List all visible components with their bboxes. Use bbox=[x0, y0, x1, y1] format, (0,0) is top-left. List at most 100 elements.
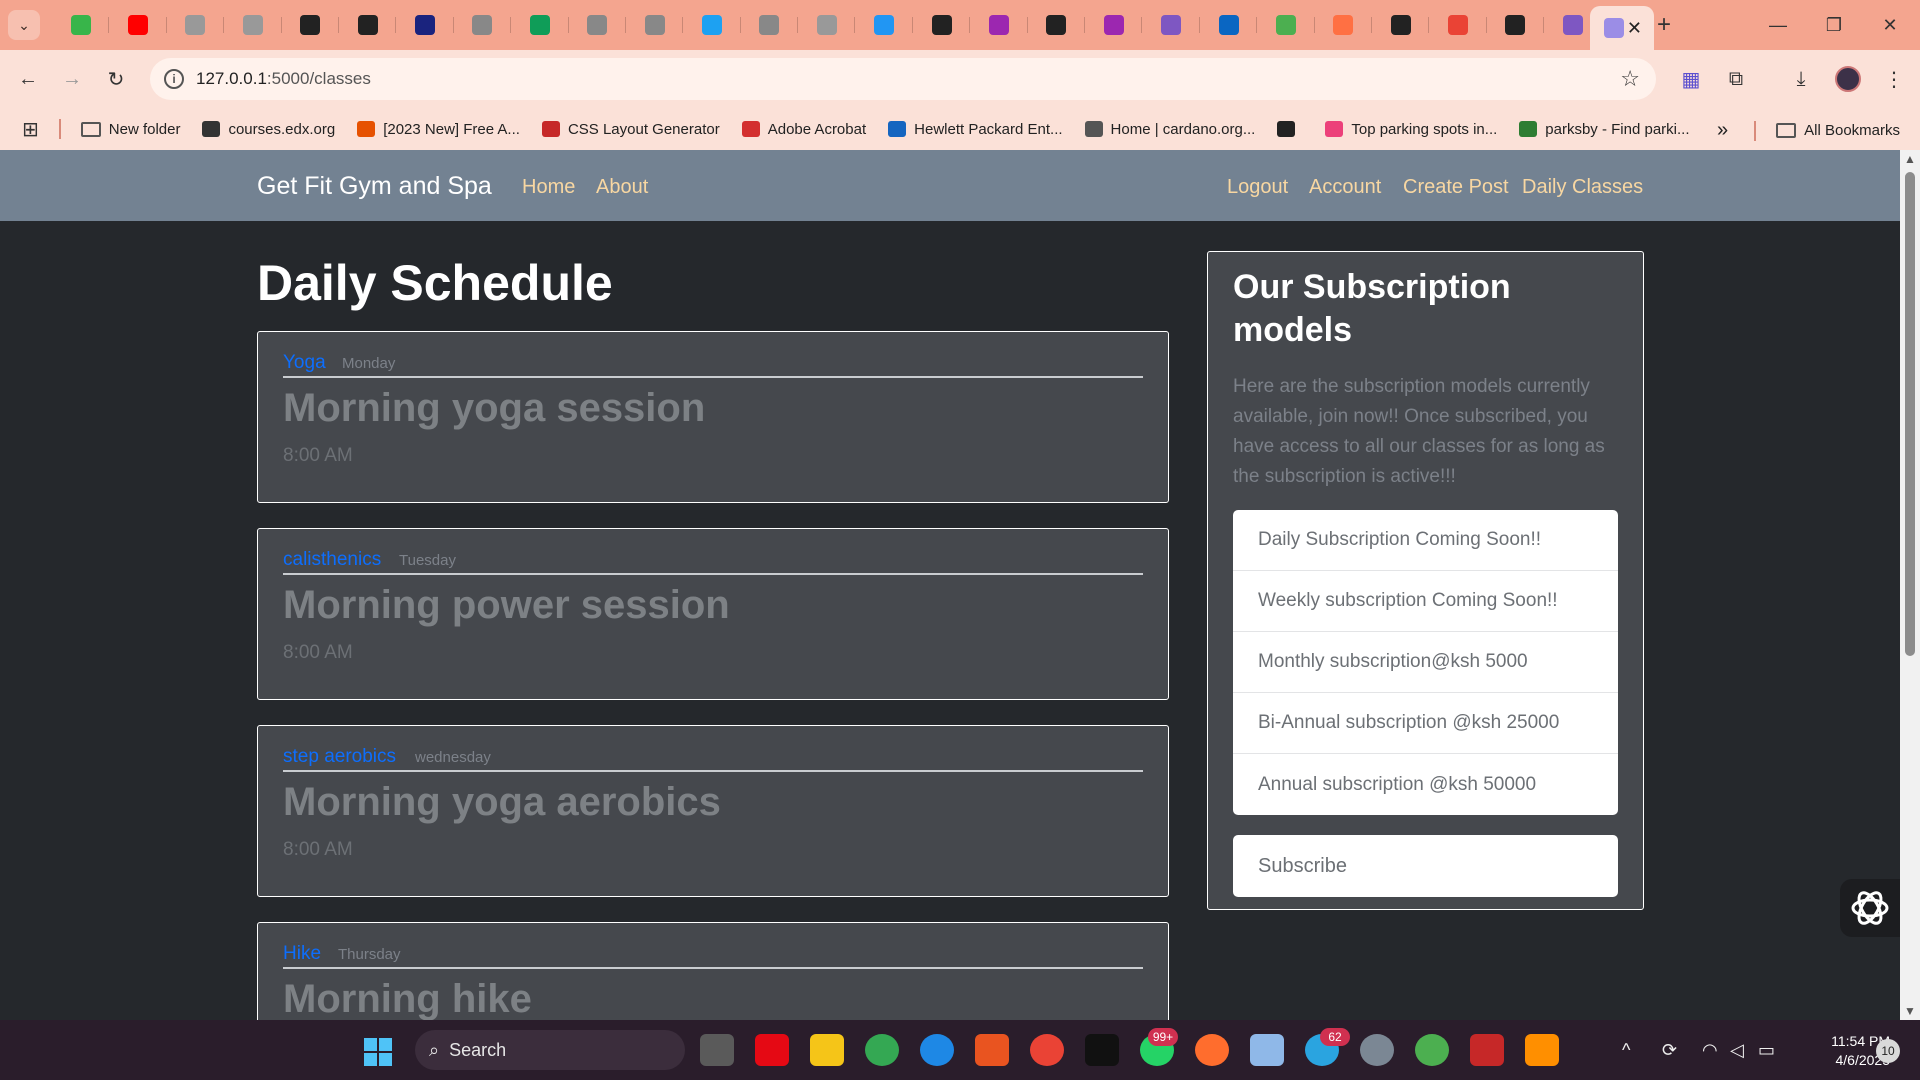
site-info-icon[interactable]: i bbox=[164, 69, 184, 89]
sync-icon[interactable]: ⟳ bbox=[1662, 1040, 1677, 1061]
reload-button[interactable]: ↻ bbox=[100, 63, 132, 95]
bookmark-item[interactable]: parksby - Find parki... bbox=[1519, 121, 1690, 138]
chrome-canary-icon[interactable] bbox=[1415, 1034, 1449, 1066]
nav-create-post[interactable]: Create Post bbox=[1403, 176, 1509, 199]
nav-logout[interactable]: Logout bbox=[1227, 176, 1288, 199]
browser-tab[interactable] bbox=[282, 10, 339, 40]
browser-tab[interactable] bbox=[109, 10, 167, 40]
assistant-float-button[interactable] bbox=[1840, 879, 1900, 937]
tray-chevron-icon[interactable]: ^ bbox=[1622, 1040, 1630, 1061]
url-text[interactable]: 127.0.0.1:5000/classes bbox=[196, 69, 371, 89]
subscription-item-annual[interactable]: Annual subscription @ksh 50000 bbox=[1233, 754, 1618, 815]
taskbar-search[interactable]: ⌕ Search bbox=[415, 1030, 685, 1070]
class-title-link[interactable]: Morning hike bbox=[283, 977, 532, 1020]
browser-tab[interactable] bbox=[339, 10, 397, 40]
photos-icon[interactable] bbox=[1250, 1034, 1284, 1066]
bookmark-item[interactable]: Top parking spots in... bbox=[1325, 121, 1497, 138]
chrome-icon[interactable] bbox=[865, 1034, 899, 1066]
browser-tab[interactable] bbox=[683, 10, 741, 40]
windows-start-icon[interactable] bbox=[364, 1038, 392, 1066]
taskbar-clock[interactable]: 11:54 PM 4/6/2025 bbox=[1790, 1032, 1890, 1070]
browser-tab[interactable] bbox=[511, 10, 569, 40]
browser-tab[interactable] bbox=[626, 10, 684, 40]
bookmark-item[interactable] bbox=[1277, 121, 1303, 137]
settings-icon[interactable] bbox=[1360, 1034, 1394, 1066]
class-title-link[interactable]: Morning yoga session bbox=[283, 386, 705, 431]
browser-tab[interactable] bbox=[855, 10, 913, 40]
class-title-link[interactable]: Morning yoga aerobics bbox=[283, 780, 721, 825]
apps-grid-icon[interactable]: ⊞ bbox=[22, 117, 39, 142]
browser-tab[interactable] bbox=[1257, 10, 1315, 40]
browser-tab[interactable] bbox=[1142, 10, 1200, 40]
scroll-up-arrow-icon[interactable]: ▲ bbox=[1904, 152, 1916, 166]
browser-tab[interactable] bbox=[970, 10, 1028, 40]
bookmark-star-icon[interactable]: ☆ bbox=[1620, 66, 1640, 92]
subscription-item-monthly[interactable]: Monthly subscription@ksh 5000 bbox=[1233, 632, 1618, 693]
nav-account[interactable]: Account bbox=[1309, 176, 1381, 199]
restore-button[interactable]: ❐ bbox=[1806, 0, 1862, 50]
all-bookmarks-link[interactable]: All Bookmarks bbox=[1804, 122, 1900, 139]
extensions-puzzle-icon[interactable]: ⧉ bbox=[1720, 63, 1752, 95]
nav-home[interactable]: Home bbox=[522, 176, 575, 199]
browser-tab[interactable] bbox=[396, 10, 454, 40]
minimize-button[interactable]: — bbox=[1750, 0, 1806, 50]
class-title-link[interactable]: Morning power session bbox=[283, 583, 730, 628]
nav-daily-classes[interactable]: Daily Classes bbox=[1522, 176, 1643, 199]
bookmark-item[interactable]: [2023 New] Free A... bbox=[357, 121, 520, 138]
scroll-down-arrow-icon[interactable]: ▼ bbox=[1904, 1004, 1916, 1018]
bookmark-item[interactable]: Adobe Acrobat bbox=[741, 121, 866, 138]
browser-tab[interactable] bbox=[224, 10, 282, 40]
browser-tab[interactable] bbox=[52, 10, 110, 40]
bookmarks-overflow-icon[interactable]: » bbox=[1717, 119, 1728, 142]
browser-tab[interactable] bbox=[454, 10, 512, 40]
bookmark-item[interactable]: courses.edx.org bbox=[202, 121, 335, 138]
bookmark-item[interactable]: Hewlett Packard Ent... bbox=[888, 121, 1063, 138]
class-category-link[interactable]: Yoga bbox=[283, 352, 326, 374]
terminal-icon[interactable] bbox=[1085, 1034, 1119, 1066]
wifi-icon[interactable]: ◠ bbox=[1702, 1040, 1718, 1061]
subscription-item-weekly[interactable]: Weekly subscription Coming Soon!! bbox=[1233, 571, 1618, 632]
active-tab[interactable]: ✕ bbox=[1590, 6, 1654, 50]
ubuntu-icon[interactable] bbox=[975, 1034, 1009, 1066]
address-bar[interactable]: i 127.0.0.1:5000/classes ☆ bbox=[150, 58, 1656, 100]
subscription-item-biannual[interactable]: Bi-Annual subscription @ksh 25000 bbox=[1233, 693, 1618, 754]
class-category-link[interactable]: step aerobics bbox=[283, 746, 396, 768]
class-category-link[interactable]: calisthenics bbox=[283, 549, 381, 571]
extension-icon[interactable]: ▦ bbox=[1675, 63, 1707, 95]
browser-tab[interactable] bbox=[741, 10, 799, 40]
chrome-active-icon[interactable] bbox=[1030, 1034, 1064, 1066]
forward-button[interactable]: → bbox=[56, 63, 88, 95]
volume-icon[interactable]: ◁ bbox=[1730, 1040, 1744, 1061]
browser-tab[interactable] bbox=[913, 10, 971, 40]
back-button[interactable]: ← bbox=[12, 63, 44, 95]
browser-tab[interactable] bbox=[1085, 10, 1143, 40]
bookmark-item[interactable]: CSS Layout Generator bbox=[541, 121, 720, 138]
nav-about[interactable]: About bbox=[596, 176, 648, 199]
subscription-item-daily[interactable]: Daily Subscription Coming Soon!! bbox=[1233, 510, 1618, 571]
browser-tab[interactable] bbox=[1429, 10, 1487, 40]
task-view-icon[interactable] bbox=[700, 1034, 734, 1066]
notification-count[interactable]: 10 bbox=[1876, 1039, 1900, 1063]
netflix-icon[interactable] bbox=[755, 1034, 789, 1066]
menu-kebab-icon[interactable]: ⋮ bbox=[1878, 63, 1910, 95]
close-window-button[interactable]: ✕ bbox=[1862, 0, 1918, 50]
browser-tab[interactable] bbox=[1028, 10, 1086, 40]
battery-icon[interactable]: ▭ bbox=[1758, 1040, 1775, 1061]
tab-search-button[interactable]: ⌄ bbox=[8, 10, 40, 40]
profile-avatar[interactable] bbox=[1835, 66, 1861, 92]
browser-tab[interactable] bbox=[1200, 10, 1258, 40]
vlc-icon[interactable] bbox=[1525, 1034, 1559, 1066]
new-tab-button[interactable]: + bbox=[1648, 10, 1680, 40]
site-brand[interactable]: Get Fit Gym and Spa bbox=[257, 172, 492, 201]
download-icon[interactable]: ⤓ bbox=[1785, 63, 1817, 95]
bookmark-item[interactable]: New folder bbox=[80, 121, 180, 138]
file-explorer-icon[interactable] bbox=[810, 1034, 844, 1066]
acrobat-icon[interactable] bbox=[1470, 1034, 1504, 1066]
scroll-thumb[interactable] bbox=[1905, 172, 1915, 656]
browser-tab[interactable] bbox=[798, 10, 856, 40]
browser-tab[interactable] bbox=[569, 10, 626, 40]
subscribe-button[interactable]: Subscribe bbox=[1233, 835, 1618, 897]
browser-tab[interactable] bbox=[1372, 10, 1430, 40]
browser-tab[interactable] bbox=[1487, 10, 1545, 40]
browser-tab[interactable] bbox=[167, 10, 225, 40]
